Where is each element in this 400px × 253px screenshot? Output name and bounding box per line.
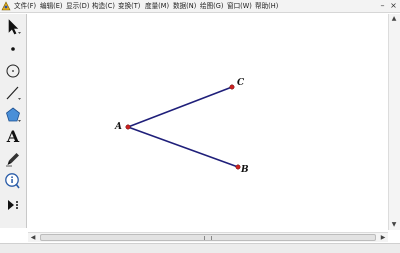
menu-measure[interactable]: 度量(M) [145, 0, 169, 13]
close-icon[interactable]: × [389, 1, 398, 11]
scroll-right-icon[interactable]: ▶ [378, 233, 388, 243]
point-tool[interactable] [2, 38, 24, 60]
menu-transform[interactable]: 变换(T) [118, 0, 140, 13]
vertical-scrollbar[interactable]: ▲ ▼ [388, 14, 400, 230]
custom-tool-icon [8, 200, 18, 210]
menu-construct[interactable]: 构造(C) [92, 0, 115, 13]
polygon-tool[interactable] [2, 104, 24, 126]
select-arrow-icon [8, 19, 21, 35]
segment-ab[interactable] [127, 126, 239, 168]
menu-edit[interactable]: 编辑(E) [40, 0, 63, 13]
horizontal-scrollbar[interactable]: ◀ ▶ [28, 232, 388, 242]
straightedge-tool[interactable] [2, 82, 24, 104]
menu-window[interactable]: 窗口(W) [227, 0, 252, 13]
sketch-canvas[interactable]: A C B [28, 14, 386, 230]
information-icon [5, 173, 20, 189]
compass-circle-icon [6, 64, 20, 78]
select-arrow-tool[interactable] [2, 16, 24, 38]
marker-pen-icon [6, 153, 19, 167]
menu-number[interactable]: 数据(N) [173, 0, 196, 13]
label-point-c[interactable]: C [237, 78, 244, 88]
menu-bar: 文件(F) 编辑(E) 显示(D) 构造(C) 变换(T) 度量(M) 数据(N… [0, 0, 400, 13]
text-tool[interactable]: A [2, 126, 24, 148]
scroll-down-icon[interactable]: ▼ [389, 220, 399, 230]
point-a[interactable] [125, 124, 131, 130]
menu-view[interactable]: 显示(D) [66, 0, 89, 13]
menu-graph[interactable]: 绘图(G) [200, 0, 223, 13]
compass-tool[interactable] [2, 60, 24, 82]
horizontal-scroll-thumb[interactable] [40, 234, 376, 241]
segment-ac[interactable] [127, 86, 233, 128]
custom-tool[interactable] [2, 194, 24, 216]
scroll-left-icon[interactable]: ◀ [28, 233, 38, 243]
menu-help[interactable]: 帮助(H) [255, 0, 278, 13]
toolbox: A [0, 14, 27, 228]
label-point-b[interactable]: B [241, 165, 249, 175]
point-tool-icon [11, 47, 15, 51]
information-tool[interactable] [2, 170, 24, 192]
marker-tool[interactable] [2, 148, 24, 170]
menu-file[interactable]: 文件(F) [14, 0, 36, 13]
app-icon[interactable] [1, 1, 11, 11]
point-c[interactable] [229, 84, 235, 90]
scroll-up-icon[interactable]: ▲ [389, 14, 399, 24]
text-a-icon: A [6, 127, 20, 146]
point-b[interactable] [235, 164, 241, 170]
scroll-grip-icon [204, 236, 212, 240]
minimize-icon[interactable]: – [378, 1, 387, 11]
status-bar [0, 243, 400, 253]
polygon-pentagon-icon [6, 107, 21, 122]
straightedge-line-icon [6, 86, 21, 100]
label-point-a[interactable]: A [115, 122, 122, 132]
geometry-figure [125, 84, 241, 170]
